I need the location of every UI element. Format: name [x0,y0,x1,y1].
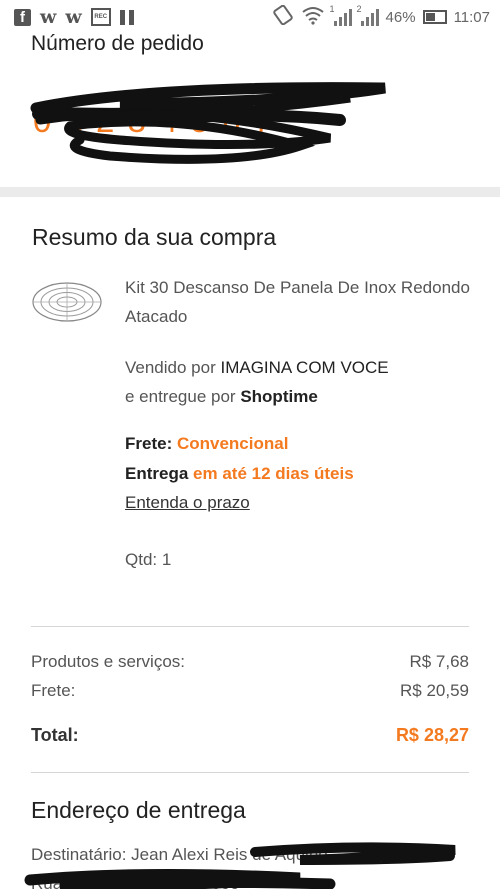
shipping-label: Frete: [125,434,173,453]
divider [31,626,469,627]
products-total-row: Produtos e serviços: R$ 7,68 [31,652,469,672]
understand-deadline-link[interactable]: Entenda o prazo [125,493,250,513]
delivery-address-title: Endereço de entrega [31,797,246,823]
summary-title: Resumo da sua compra [32,224,277,250]
grand-total-row: Total: R$ 28,27 [31,725,469,746]
products-label: Produtos e serviços: [31,652,186,671]
address-redaction-scribble [24,842,456,889]
total-value: R$ 28,27 [395,725,469,745]
total-label: Total: [31,725,79,745]
product-thumbnail[interactable] [31,280,103,324]
delivered-by-name: Shoptime [240,387,318,406]
shipping-total-row: Frete: R$ 20,59 [31,681,469,701]
delivered-by-label: e entregue por [125,387,236,406]
product-name[interactable]: Kit 30 Descanso De Panela De Inox Redond… [125,273,470,331]
delivery-time: em até 12 dias úteis [193,464,354,483]
quantity: Qtd: 1 [125,550,172,569]
redaction-scribble [30,82,386,164]
seller-name: IMAGINA COM VOCE [220,358,389,377]
shipping-cost-label: Frete: [31,681,76,700]
delivery-info: Frete: Convencional Entrega em até 12 di… [125,429,354,489]
sold-by-label: Vendido por [125,358,216,377]
shipping-cost-value: R$ 20,59 [400,681,469,700]
shipping-type: Convencional [176,434,289,453]
divider [31,772,469,773]
seller-info: Vendido por IMAGINA COM VOCE e entregue … [125,353,389,411]
delivery-label: Entrega [125,464,189,483]
section-divider [0,187,500,197]
products-value: R$ 7,68 [409,652,469,671]
